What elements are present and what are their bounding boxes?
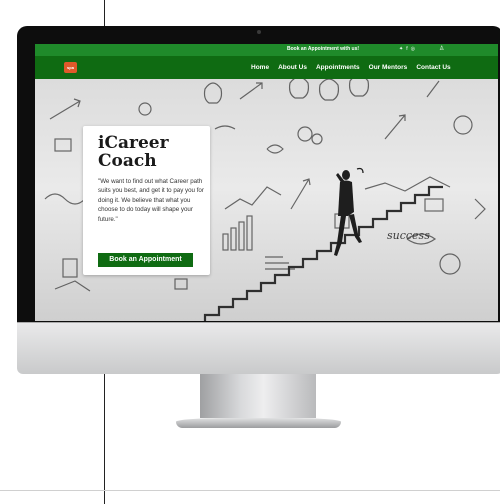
user-icon[interactable]: ♙	[439, 45, 444, 52]
nav-item-contact-us[interactable]: Contact Us	[416, 64, 450, 71]
monitor-bezel: Book an Appointment with us! ✦f◎ ♙ spa H…	[17, 26, 500, 322]
nav-item-appointments[interactable]: Appointments	[316, 64, 360, 71]
instagram-icon[interactable]: ◎	[411, 46, 418, 52]
site-topbar: Book an Appointment with us! ✦f◎ ♙	[35, 44, 498, 56]
hero-title: iCareer Coach	[98, 133, 169, 171]
monitor-stand-base	[176, 418, 341, 428]
frame-line-bottom	[0, 490, 500, 491]
hero-card: iCareer Coach "We want to find out what …	[83, 126, 210, 275]
main-nav: Home About Us Appointments Our Mentors C…	[251, 56, 460, 79]
monitor-stand-neck	[200, 374, 316, 418]
topbar-cta-link[interactable]: Book an Appointment with us!	[287, 46, 359, 52]
social-links: ✦f◎	[399, 46, 418, 52]
nav-item-about-us[interactable]: About Us	[278, 64, 307, 71]
website-screen: Book an Appointment with us! ✦f◎ ♙ spa H…	[35, 44, 498, 321]
imac-monitor: Book an Appointment with us! ✦f◎ ♙ spa H…	[17, 26, 500, 374]
site-navbar: spa Home About Us Appointments Our Mento…	[35, 56, 498, 79]
monitor-chin	[17, 322, 500, 374]
hero-description: "We want to find out what Career path su…	[98, 178, 204, 223]
nav-item-our-mentors[interactable]: Our Mentors	[369, 64, 408, 71]
hero-doodle-word: success	[387, 229, 430, 242]
book-appointment-button[interactable]: Book an Appointment	[98, 253, 193, 267]
camera-icon	[257, 30, 261, 34]
hero-section: success iCareer Coach "We want to find o…	[35, 79, 498, 321]
site-logo[interactable]: spa	[64, 62, 77, 73]
nav-item-home[interactable]: Home	[251, 64, 269, 71]
